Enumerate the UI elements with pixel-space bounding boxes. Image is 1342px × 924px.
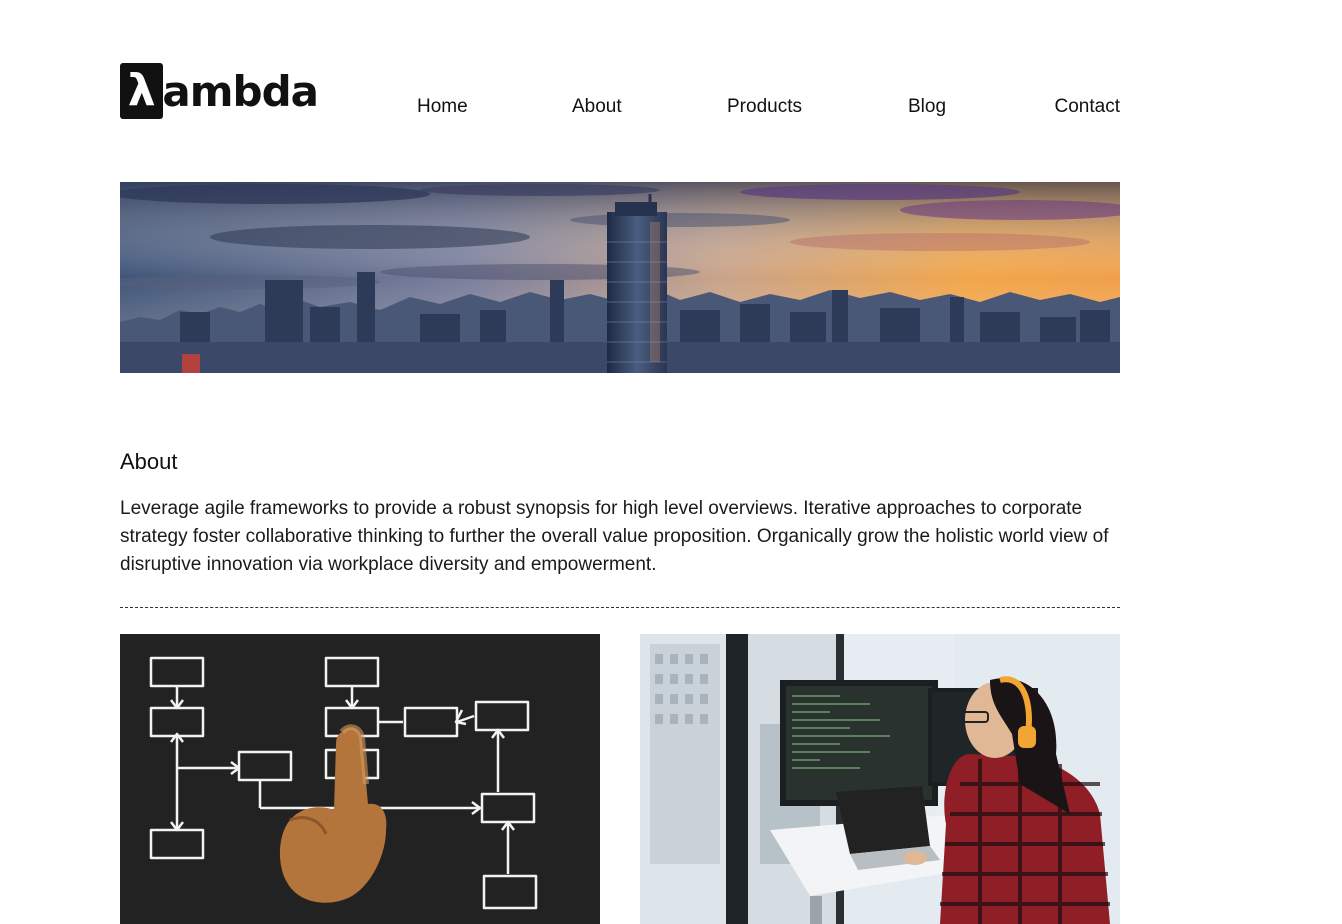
brand-logo[interactable]: λ ambda xyxy=(120,62,319,120)
nav-blog[interactable]: Blog xyxy=(908,96,946,118)
page: λ ambda Home About Products Blog Contact xyxy=(0,0,1342,924)
section-divider xyxy=(120,607,1120,608)
developer-workspace-image xyxy=(640,634,1120,924)
nav-contact[interactable]: Contact xyxy=(1055,96,1120,118)
about-paragraph: Leverage agile frameworks to provide a r… xyxy=(120,498,1109,575)
hero-city-skyline-image xyxy=(120,182,1120,373)
flowchart-chalkboard-image xyxy=(120,634,600,924)
about-heading: About xyxy=(120,449,178,474)
nav-about[interactable]: About xyxy=(572,96,622,118)
main-nav: Home About Products Blog Contact xyxy=(417,96,1120,124)
lambda-logo-icon: λ xyxy=(120,63,164,119)
nav-home[interactable]: Home xyxy=(417,96,468,118)
logo-wordmark: ambda xyxy=(162,67,319,116)
nav-products[interactable]: Products xyxy=(727,96,802,118)
